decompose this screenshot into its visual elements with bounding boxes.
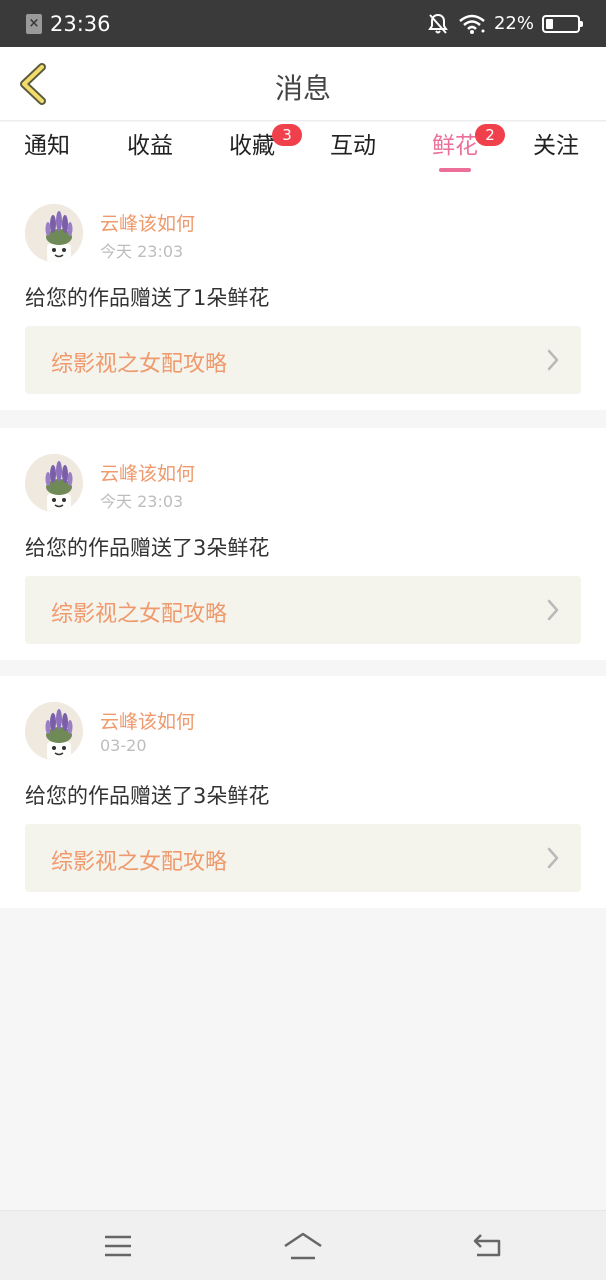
tab-bar: 通知 收益 收藏 3 互动 鲜花 2 关注 xyxy=(0,122,606,178)
tab-favorites[interactable]: 收藏 3 xyxy=(229,124,302,174)
tab-flowers[interactable]: 鲜花 2 xyxy=(432,124,505,174)
avatar[interactable] xyxy=(25,204,83,262)
work-title: 综影视之女配攻略 xyxy=(51,850,228,875)
flowers-badge: 2 xyxy=(475,124,505,146)
status-bar: × 23:36 22% xyxy=(0,0,606,47)
back-nav-button[interactable] xyxy=(468,1229,508,1263)
message-item: 云峰该如何 今天 23:03 给您的作品赠送了3朵鲜花 综影视之女配攻略 xyxy=(0,428,606,660)
tab-label: 收藏 xyxy=(229,133,275,159)
message-text: 给您的作品赠送了1朵鲜花 xyxy=(25,286,270,310)
system-nav-bar xyxy=(0,1210,606,1280)
message-time: 今天 23:03 xyxy=(100,242,184,261)
work-title: 综影视之女配攻略 xyxy=(51,602,228,627)
tab-label: 互动 xyxy=(330,133,376,159)
message-text: 给您的作品赠送了3朵鲜花 xyxy=(25,536,270,560)
tab-label: 通知 xyxy=(24,133,70,159)
message-text: 给您的作品赠送了3朵鲜花 xyxy=(25,784,270,808)
menu-icon xyxy=(105,1235,131,1257)
avatar[interactable] xyxy=(25,702,83,760)
user-name[interactable]: 云峰该如何 xyxy=(100,459,195,486)
tab-earnings[interactable]: 收益 xyxy=(127,130,173,174)
home-button[interactable] xyxy=(283,1229,323,1263)
work-link[interactable]: 综影视之女配攻略 xyxy=(25,326,581,394)
plant-pot-avatar-icon xyxy=(25,454,83,512)
back-icon xyxy=(473,1234,501,1257)
battery-percent: 22% xyxy=(493,13,534,34)
work-title: 综影视之女配攻略 xyxy=(51,352,228,377)
plant-pot-avatar-icon xyxy=(25,204,83,262)
work-link[interactable]: 综影视之女配攻略 xyxy=(25,824,581,892)
work-link[interactable]: 综影视之女配攻略 xyxy=(25,576,581,644)
message-time: 03-20 xyxy=(100,736,147,755)
message-item: 云峰该如何 03-20 给您的作品赠送了3朵鲜花 综影视之女配攻略 xyxy=(0,676,606,908)
menu-button[interactable] xyxy=(98,1229,138,1263)
status-right: 22% xyxy=(428,10,583,38)
page-title: 消息 xyxy=(274,72,331,105)
message-item: 云峰该如何 今天 23:03 给您的作品赠送了1朵鲜花 综影视之女配攻略 xyxy=(0,178,606,410)
user-name[interactable]: 云峰该如何 xyxy=(100,707,195,734)
wifi-icon xyxy=(459,14,485,34)
favorites-badge: 3 xyxy=(272,124,302,146)
app-header: 消息 xyxy=(0,47,606,121)
tab-following[interactable]: 关注 xyxy=(533,130,579,174)
active-tab-indicator xyxy=(439,168,471,172)
tab-label: 收益 xyxy=(127,133,173,159)
message-time: 今天 23:03 xyxy=(100,492,184,511)
tab-label: 关注 xyxy=(533,133,579,159)
tab-label: 鲜花 xyxy=(432,133,478,159)
home-icon xyxy=(284,1232,322,1260)
plant-pot-avatar-icon xyxy=(25,702,83,760)
battery-fill xyxy=(546,19,553,29)
sim-error-icon: × xyxy=(26,14,42,34)
tab-interactions[interactable]: 互动 xyxy=(330,130,376,174)
avatar[interactable] xyxy=(25,454,83,512)
chevron-right-icon xyxy=(547,847,559,869)
status-left: × 23:36 xyxy=(26,10,111,38)
user-name[interactable]: 云峰该如何 xyxy=(100,209,195,236)
mute-bell-icon xyxy=(428,13,448,34)
clock: 23:36 xyxy=(50,12,111,36)
chevron-right-icon xyxy=(547,599,559,621)
chevron-right-icon xyxy=(547,349,559,371)
battery-icon xyxy=(542,15,583,33)
tab-notifications[interactable]: 通知 xyxy=(24,130,70,174)
